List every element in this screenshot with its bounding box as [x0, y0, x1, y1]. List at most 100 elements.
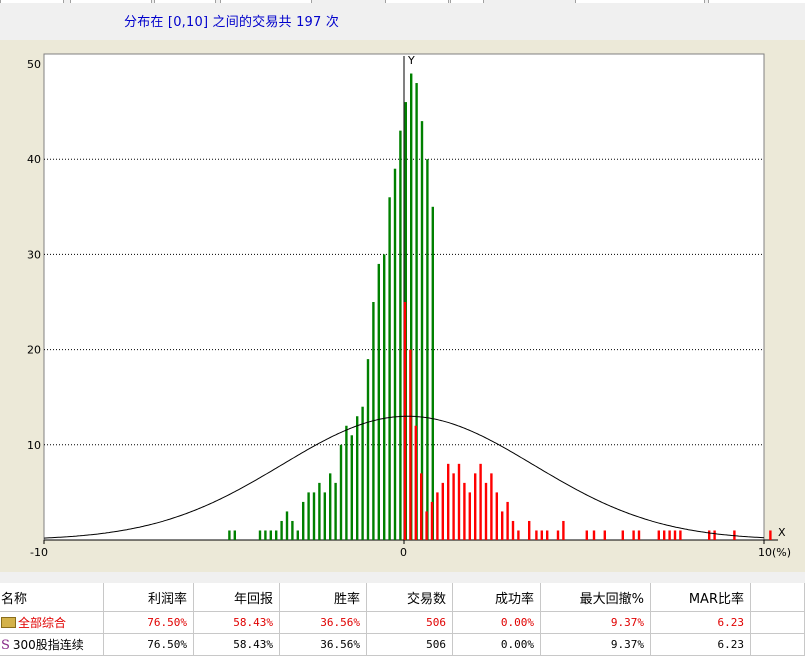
- symbol-s-icon: S: [1, 638, 10, 653]
- loss-bar: [334, 482, 337, 540]
- gain-bar: [452, 473, 455, 540]
- gain-bar: [463, 482, 466, 540]
- gain-bar: [668, 530, 671, 540]
- folder-icon: [1, 617, 16, 628]
- col-header-profit-rate[interactable]: 利润率: [103, 583, 194, 612]
- gain-bar: [528, 520, 531, 540]
- loss-bar: [302, 501, 305, 540]
- gain-bar: [632, 530, 635, 540]
- table-header-row: 名称 利润率 年回报 胜率 交易数 成功率 最大回撤% MAR比率: [0, 583, 805, 612]
- col-header-annual-return[interactable]: 年回报: [193, 583, 280, 612]
- x-tick-label: 10(%): [758, 546, 791, 559]
- gain-bar: [603, 530, 606, 540]
- gain-bar: [457, 463, 461, 540]
- gain-bar: [474, 473, 477, 540]
- mar-ratio-cell: 6.23: [650, 611, 751, 634]
- col-header-name[interactable]: 名称: [0, 583, 104, 612]
- y-tick-label: 40: [27, 153, 41, 166]
- win-rate-cell: 36.56%: [279, 611, 367, 634]
- loss-bar: [296, 530, 299, 540]
- loss-bar: [307, 492, 310, 540]
- col-header-trade-count[interactable]: 交易数: [366, 583, 453, 612]
- loss-bar: [350, 435, 353, 540]
- row-name-cell[interactable]: S 300股指连续: [0, 633, 104, 656]
- gain-bar: [535, 530, 538, 540]
- gain-bar: [501, 511, 504, 540]
- spacer-cell: [750, 633, 805, 656]
- gain-bar: [713, 530, 716, 540]
- col-header-success-rate[interactable]: 成功率: [452, 583, 541, 612]
- gain-bar: [769, 530, 772, 540]
- loss-bar: [383, 254, 386, 540]
- gain-bar: [447, 463, 450, 540]
- gain-bar: [673, 530, 677, 540]
- loss-bar: [356, 416, 359, 540]
- gain-bar: [468, 492, 471, 540]
- profit-rate-cell: 76.50%: [103, 633, 194, 656]
- loss-bar: [318, 482, 321, 540]
- gain-bar: [708, 530, 711, 540]
- col-header-max-drawdown[interactable]: 最大回撤%: [540, 583, 651, 612]
- loss-bar: [393, 168, 397, 540]
- loss-bar: [280, 520, 283, 540]
- y-axis-label: Y: [407, 54, 415, 67]
- x-tick-label: -10: [30, 546, 48, 559]
- y-tick-label: 10: [27, 439, 41, 452]
- col-header-win-rate[interactable]: 胜率: [279, 583, 367, 612]
- spacer-cell: [750, 611, 805, 634]
- loss-bar: [258, 530, 262, 540]
- gain-bar: [409, 349, 412, 540]
- loss-bar: [275, 530, 278, 540]
- distribution-summary: 分布在 [0,10] 之间的交易共 197 次: [124, 15, 340, 30]
- mar-ratio-cell: 6.23: [650, 633, 751, 656]
- gain-bar: [657, 530, 660, 540]
- annual-return-cell: 58.43%: [193, 633, 280, 656]
- trade-count-cell: 506: [366, 611, 453, 634]
- gain-bar: [425, 511, 428, 540]
- max-drawdown-cell: 9.37%: [540, 611, 651, 634]
- loss-bar: [377, 263, 380, 540]
- loss-bar: [426, 159, 429, 540]
- gain-bar: [495, 492, 498, 540]
- col-header-mar-ratio[interactable]: MAR比率: [650, 583, 751, 612]
- top-toolbar: 分布在 [0,10] 之间的交易共 197 次: [0, 0, 805, 38]
- x-axis-label: X: [778, 526, 786, 539]
- loss-bar: [399, 130, 402, 540]
- gain-bar: [430, 501, 434, 540]
- loss-bar: [264, 530, 267, 540]
- table-row[interactable]: S 300股指连续 76.50% 58.43% 36.56% 506 0.00% …: [0, 633, 805, 656]
- gain-bar: [540, 530, 543, 540]
- tab-strip: [0, 0, 805, 3]
- table-row[interactable]: 全部综合 76.50% 58.43% 36.56% 506 0.00% 9.37…: [0, 611, 805, 634]
- y-tick-label: 50: [27, 58, 41, 71]
- success-rate-cell: 0.00%: [452, 633, 541, 656]
- col-header-spacer: [750, 583, 805, 612]
- loss-bar: [339, 444, 343, 540]
- row-name-cell[interactable]: 全部综合: [0, 611, 104, 634]
- loss-bar: [228, 530, 231, 540]
- loss-bar: [233, 530, 236, 540]
- gain-bar: [403, 302, 407, 540]
- gain-bar: [556, 530, 560, 540]
- x-tick-label: 0: [400, 546, 407, 559]
- gain-bar: [663, 530, 666, 540]
- loss-bar: [345, 425, 348, 540]
- histogram-svg: 10 20 30 40 50 -10 0 10(%) Y X: [27, 53, 791, 559]
- gain-bar: [414, 425, 417, 540]
- y-tick-label: 30: [27, 248, 41, 261]
- y-tick-label: 20: [27, 344, 41, 357]
- gain-bar: [621, 530, 624, 540]
- loss-bar: [366, 359, 370, 540]
- gain-bar: [420, 473, 423, 540]
- gain-bar: [436, 492, 439, 540]
- gain-bar: [511, 520, 515, 540]
- gain-bar: [517, 530, 520, 540]
- gain-bar: [637, 530, 641, 540]
- loss-bar: [361, 406, 364, 540]
- gain-bar: [479, 463, 482, 540]
- loss-bar: [291, 520, 294, 540]
- max-drawdown-cell: 9.37%: [540, 633, 651, 656]
- results-table[interactable]: 名称 利润率 年回报 胜率 交易数 成功率 最大回撤% MAR比率 全部综合 7…: [0, 583, 805, 656]
- loss-bar: [285, 511, 289, 540]
- loss-bar: [269, 530, 272, 540]
